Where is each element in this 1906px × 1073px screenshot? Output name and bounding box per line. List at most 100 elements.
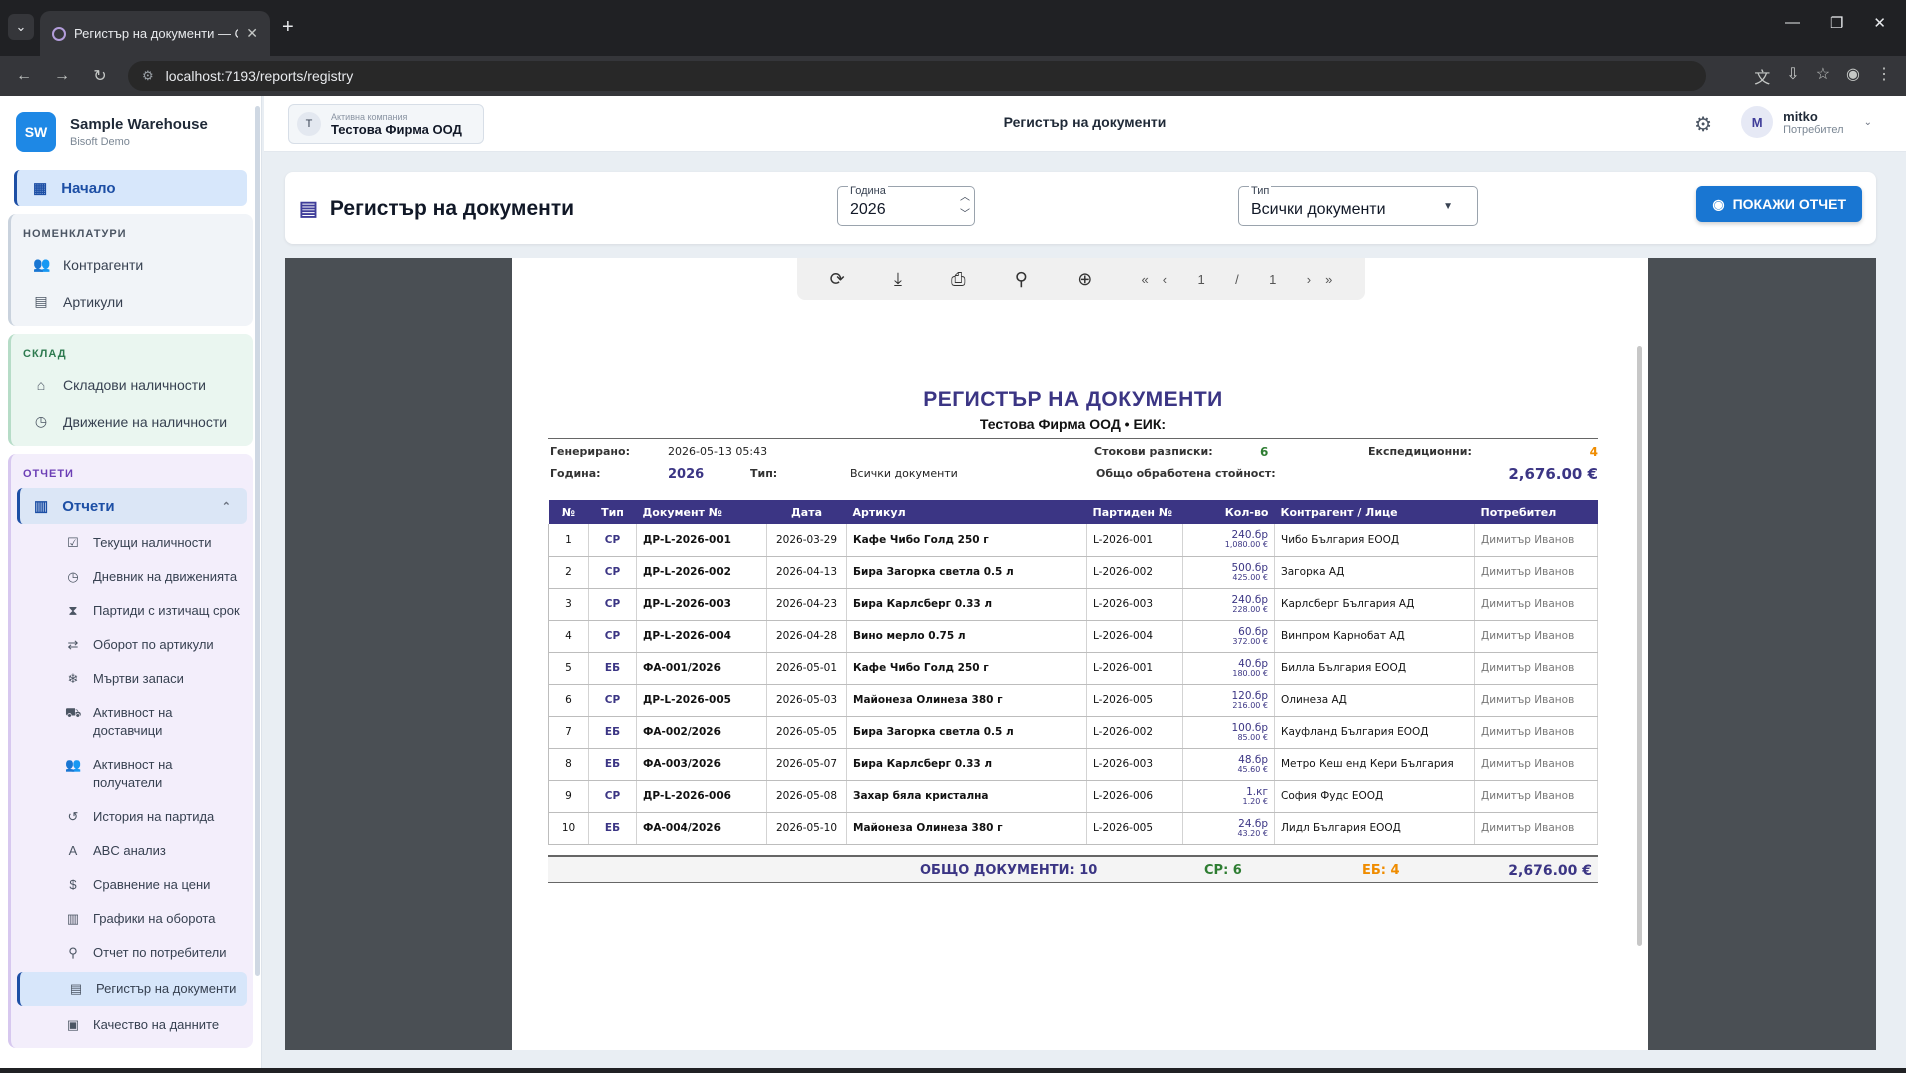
- row-batch: L-2026-001: [1086, 652, 1183, 685]
- table-row: 1 СР ДР-L-2026-001 2026-03-29 Кафе Чибо Голд…: [548, 524, 1598, 557]
- active-company-selector[interactable]: T Активна компания Тестова Фирма ООД: [288, 104, 484, 144]
- sidebar-item-movement-log[interactable]: ◷ Дневник на движенията: [11, 560, 253, 594]
- section-nomenclature: НОМЕНКЛАТУРИ 👥 Контрагенти ▤ Артикули: [8, 214, 253, 326]
- tab-close-icon[interactable]: ✕: [246, 25, 258, 42]
- row-article: Бира Карлсберг 0.33 л: [846, 588, 1087, 621]
- sidebar-item-turnover-charts[interactable]: ▥ Графики на оборота: [11, 902, 253, 936]
- row-quantity: 120.бр 216.00 €: [1182, 684, 1275, 717]
- row-quantity: 240.бр 1,080.00 €: [1182, 524, 1275, 557]
- first-page-icon[interactable]: «: [1142, 272, 1149, 287]
- sidebar-item-label: Мъртви запаси: [93, 671, 184, 686]
- row-price-value: 180.00 €: [1232, 668, 1268, 678]
- restore-icon[interactable]: ❐: [1830, 14, 1843, 32]
- last-page-icon[interactable]: »: [1325, 272, 1332, 287]
- stepper-icon[interactable]: ︿ ﹀: [960, 189, 970, 223]
- sidebar-item-label: Контрагенти: [63, 256, 144, 273]
- refresh-icon[interactable]: ⟳: [830, 269, 845, 290]
- row-price-value: 372.00 €: [1232, 636, 1268, 646]
- row-document: ФА-004/2026: [636, 812, 767, 845]
- search-icon[interactable]: ⚲: [1015, 269, 1028, 290]
- table-row: 7 ЕБ ФА-002/2026 2026-05-05 Бира Загорка све…: [548, 716, 1598, 749]
- download-icon[interactable]: ⤓: [894, 269, 902, 290]
- section-title: СКЛАД: [23, 348, 67, 360]
- app-header: T Активна компания Тестова Фирма ООД Рег…: [264, 96, 1906, 152]
- sidebar-item-expiring-batches[interactable]: ⧗ Партиди с изтичащ срок: [11, 594, 253, 628]
- row-date: 2026-04-23: [766, 588, 847, 621]
- install-icon[interactable]: ⇩: [1786, 64, 1799, 88]
- sidebar-item-stock[interactable]: ⌂ Складови наличности: [11, 366, 253, 403]
- row-price-value: 1.20 €: [1242, 796, 1268, 806]
- site-info-icon[interactable]: ⚙: [142, 68, 154, 84]
- profile-icon[interactable]: ◉: [1846, 64, 1860, 88]
- table-header-row: № Тип Документ № Дата Артикул Партиден №…: [548, 500, 1598, 524]
- sidebar-item-turnover[interactable]: ⇄ Оборот по артикули: [11, 628, 253, 662]
- row-document: ДР-L-2026-004: [636, 620, 767, 653]
- user-role: Потребител: [1783, 123, 1844, 136]
- dispatch-value: 4: [1589, 445, 1598, 459]
- sidebar-item-label: Качество на данните: [93, 1017, 220, 1032]
- row-user: Димитър Иванов: [1474, 620, 1598, 653]
- forward-icon[interactable]: →: [52, 67, 72, 85]
- sidebar-group-reports[interactable]: ▥ Отчети ⌃: [17, 488, 247, 524]
- brand-logo: SW: [16, 112, 56, 152]
- type-select[interactable]: Тип Всички документи ▼: [1238, 186, 1478, 226]
- company-name: Тестова Фирма ООД: [331, 121, 462, 137]
- sidebar-item-current-stock[interactable]: ☑ Текущи наличности: [11, 526, 253, 560]
- row-user: Димитър Иванов: [1474, 812, 1598, 845]
- back-icon[interactable]: ←: [14, 67, 34, 85]
- year-input[interactable]: Година 2026 ︿ ﹀: [837, 186, 975, 226]
- sidebar-item-dead-stock[interactable]: ❄ Мъртви запаси: [11, 662, 253, 696]
- bar-chart-icon: ▥: [66, 911, 80, 926]
- row-type: ЕБ: [588, 812, 637, 845]
- close-window-icon[interactable]: ✕: [1873, 14, 1886, 32]
- address-bar[interactable]: ⚙ localhost:7193/reports/registry: [128, 61, 1707, 91]
- row-party: Кауфланд България ЕООД: [1274, 716, 1475, 749]
- viewer-toolbar: ⟳ ⤓ ⎙ ⚲ ⊕ « ‹ 1 / 1 › »: [797, 258, 1365, 300]
- next-page-icon[interactable]: ›: [1307, 272, 1311, 287]
- swap-icon: ⇄: [67, 637, 79, 652]
- user-menu[interactable]: M mitko Потребител ⌄: [1741, 106, 1872, 138]
- page-input[interactable]: 1: [1181, 272, 1221, 287]
- sidebar-item-price-compare[interactable]: $ Сравнение на цени: [11, 868, 253, 902]
- sidebar-item-contractors[interactable]: 👥 Контрагенти: [11, 246, 253, 283]
- row-user: Димитър Иванов: [1474, 588, 1598, 621]
- receipts-label: Стокови разписки:: [1094, 445, 1213, 458]
- bookmark-star-icon[interactable]: ☆: [1816, 64, 1830, 88]
- reload-icon[interactable]: ↻: [90, 66, 110, 86]
- type-label: Тип:: [750, 467, 778, 480]
- sidebar-item-user-report[interactable]: ⚲ Отчет по потребители: [11, 936, 253, 970]
- sidebar-item-label: Движение на наличности: [63, 413, 228, 430]
- new-tab-button[interactable]: +: [282, 16, 294, 39]
- sidebar-item-movements[interactable]: ◷ Движение на наличности: [11, 403, 253, 440]
- show-report-button[interactable]: ◉ ПОКАЖИ ОТЧЕТ: [1696, 186, 1862, 222]
- row-document: ФА-003/2026: [636, 748, 767, 781]
- sidebar-item-abc[interactable]: A ABC анализ: [11, 834, 253, 868]
- sidebar-item-supplier-activity[interactable]: ⛟ Активност на доставчици: [11, 696, 253, 748]
- sidebar-item-data-quality[interactable]: ▣ Качество на данните: [11, 1008, 253, 1042]
- row-number: 9: [548, 780, 589, 813]
- zoom-in-icon[interactable]: ⊕: [1077, 269, 1092, 290]
- table-row: 4 СР ДР-L-2026-004 2026-04-28 Вино мерло 0.7…: [548, 620, 1598, 653]
- prev-page-icon[interactable]: ‹: [1163, 272, 1167, 287]
- minimize-icon[interactable]: —: [1785, 14, 1800, 32]
- sidebar-scrollbar[interactable]: [255, 106, 260, 976]
- table-row: 6 СР ДР-L-2026-005 2026-05-03 Майонеза Олине…: [548, 684, 1598, 717]
- col-header: Кол-во: [1182, 500, 1275, 524]
- company-avatar: T: [297, 112, 321, 136]
- sidebar-item-batch-history[interactable]: ↺ История на партида: [11, 800, 253, 834]
- sidebar-item-recipient-activity[interactable]: 👥 Активност на получатели: [11, 748, 253, 800]
- sidebar-item-articles[interactable]: ▤ Артикули: [11, 283, 253, 320]
- print-icon[interactable]: ⎙: [951, 269, 965, 290]
- sidebar-item-home[interactable]: ▦ Начало: [14, 170, 247, 206]
- gear-icon[interactable]: ⚙: [1694, 112, 1712, 137]
- translate-icon[interactable]: 文: [1754, 64, 1770, 88]
- viewer-scrollbar[interactable]: [1637, 346, 1642, 946]
- section-title: ОТЧЕТИ: [23, 468, 74, 480]
- hourglass-icon: ⧗: [68, 603, 78, 618]
- browser-tab[interactable]: Регистър на документи — Отч ✕: [40, 11, 270, 56]
- browser-menu-icon[interactable]: ⋮: [1876, 64, 1892, 88]
- tab-search-button[interactable]: ⌄: [8, 14, 34, 40]
- sidebar-item-document-registry[interactable]: ▤ Регистър на документи: [17, 972, 247, 1006]
- people-icon: 👥: [65, 757, 82, 772]
- type-value: Всички документи: [850, 467, 958, 480]
